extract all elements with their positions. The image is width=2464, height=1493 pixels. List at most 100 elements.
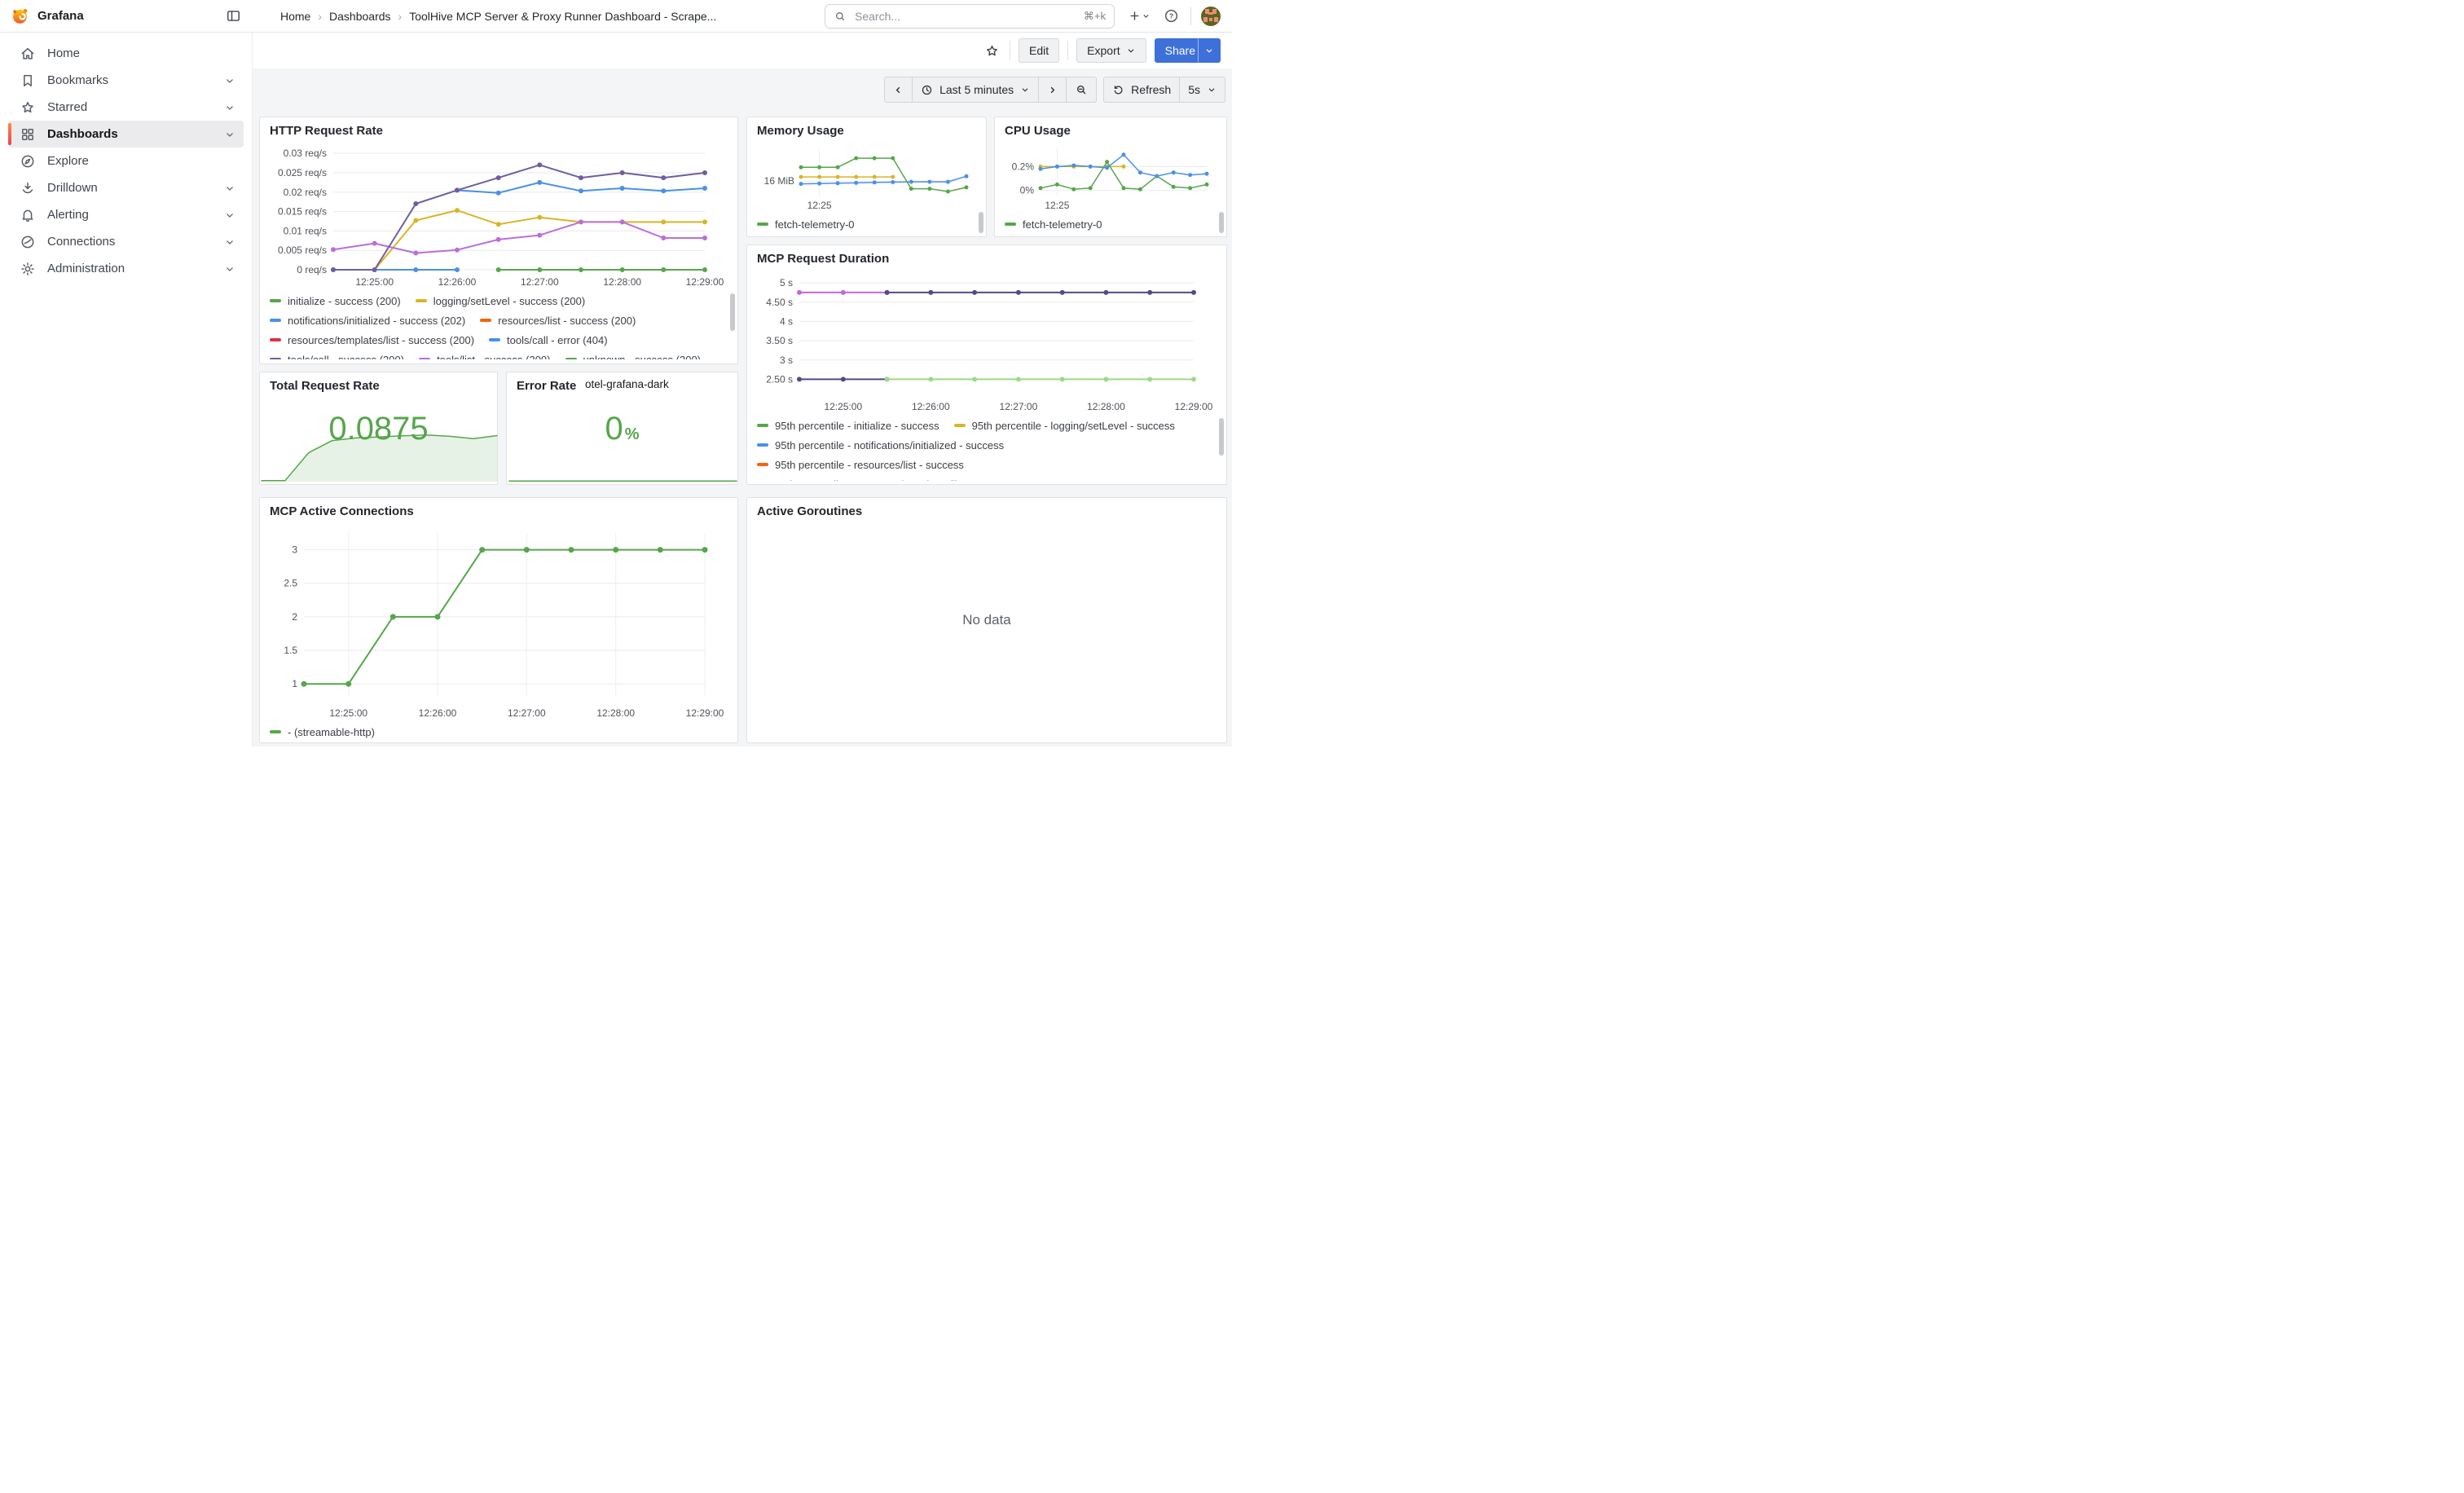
edit-button[interactable]: Edit [1019,38,1059,63]
zoom-out-button[interactable] [1067,77,1097,103]
svg-text:12:29:00: 12:29:00 [686,276,724,288]
refresh-button[interactable]: Refresh [1103,77,1180,103]
panel-mcp-active-connections: MCP Active Connections 32.521.5112:25:00… [259,497,738,743]
refresh-interval-picker[interactable]: 5s [1180,77,1225,103]
legend-item[interactable]: 95th percentile - notifications/initiali… [757,439,1004,451]
chevron-down-icon [1126,46,1136,55]
chevron-down-icon [224,129,235,140]
sidebar-item-home[interactable]: Home [8,40,244,67]
scrollbar-thumb[interactable] [979,212,983,233]
legend-item[interactable]: fetch-telemetry-0 [757,218,855,231]
legend-row: initialize - success (200) logging/setLev… [270,291,728,310]
legend-swatch [270,319,281,322]
sidebar-item-alerting[interactable]: Alerting [8,201,244,228]
help-icon: ? [1164,8,1179,24]
panel-title[interactable]: Memory Usage [747,117,986,141]
legend-swatch [954,424,966,427]
search-box[interactable]: ⌘+k [825,4,1115,29]
time-forward-button[interactable] [1039,77,1067,103]
breadcrumb-dashboards[interactable]: Dashboards [329,10,391,23]
svg-text:0.2%: 0.2% [1012,161,1035,172]
scrollbar-thumb[interactable] [1219,418,1224,456]
time-range-picker[interactable]: Last 5 minutes [913,77,1039,103]
help-button[interactable]: ? [1162,7,1181,25]
legend-label: initialize - success (200) [288,295,401,307]
legend-swatch [270,338,281,341]
sidebar-item-label: Home [47,46,235,60]
brand-name: Grafana [37,9,84,23]
legend-item[interactable]: tools/call - error (404) [489,334,608,346]
brand[interactable]: Grafana [11,7,84,25]
error-rate-number: 0 [605,411,623,447]
legend-swatch [757,443,768,447]
sidebar-toggle-button[interactable] [224,7,243,25]
dashboards-icon [20,126,36,143]
legend-swatch [270,299,281,302]
add-button[interactable] [1126,7,1152,24]
panel-title[interactable]: CPU Usage [995,117,1226,141]
svg-text:12:29:00: 12:29:00 [686,707,724,719]
legend-item[interactable]: tools/list - success (200) [419,354,550,360]
legend-row: - (streamable-http) [270,722,728,742]
svg-text:?: ? [1169,12,1173,20]
sidebar-item-drilldown[interactable]: Drilldown [8,174,244,201]
user-avatar[interactable] [1201,7,1221,26]
sidebar-item-administration[interactable]: Administration [8,255,244,282]
panel-title[interactable]: Total Request Rate [260,372,497,396]
svg-text:4 s: 4 s [780,315,793,327]
sidebar-item-connections[interactable]: Connections [8,228,244,255]
clock-icon [921,84,933,96]
panel-title[interactable]: HTTP Request Rate [260,117,737,141]
search-input[interactable] [853,9,1077,24]
legend-item[interactable]: - (streamable-http) [270,726,375,738]
svg-text:12:27:00: 12:27:00 [1000,401,1038,412]
error-rate-unit: % [625,425,640,443]
export-button[interactable]: Export [1076,38,1146,63]
sidebar: Home Bookmarks Starred Dashboards Explor… [0,33,253,746]
refresh-icon [1112,84,1124,96]
scrollbar-thumb[interactable] [1219,212,1224,233]
legend-item[interactable]: logging/setLevel - success (200) [416,295,585,307]
legend-item[interactable]: 95th percentile - resources/templates/li… [757,478,1013,482]
svg-text:12:25: 12:25 [1045,200,1069,211]
avatar-icon [1201,7,1221,26]
sidebar-item-label: Starred [47,100,224,114]
legend-row: fetch-telemetry-0 [1005,214,1217,234]
sidebar-item-bookmarks[interactable]: Bookmarks [8,67,244,94]
share-caret-button[interactable] [1198,38,1221,63]
legend-row: 95th percentile - resources/list - succe… [757,455,1217,474]
legend-label: 95th percentile - initialize - success [775,420,939,432]
chevron-down-icon [224,183,235,194]
legend-item[interactable]: 95th percentile - logging/setLevel - suc… [954,420,1175,432]
legend-item[interactable]: fetch-telemetry-0 [1005,218,1102,231]
svg-text:4.50 s: 4.50 s [766,297,793,308]
svg-text:12:26:00: 12:26:00 [419,707,457,719]
legend-item[interactable]: resources/templates/list - success (200) [270,334,474,346]
legend-item[interactable]: resources/list - success (200) [480,315,636,327]
http-request-rate-chart: 0.03 req/s0.025 req/s0.02 req/s0.015 req… [270,141,728,289]
legend-item[interactable]: initialize - success (200) [270,295,401,307]
breadcrumb-home[interactable]: Home [280,10,310,23]
legend-item[interactable]: tools/call - success (200) [270,354,404,360]
favorite-star-button[interactable] [983,42,1001,60]
legend-row: notifications/initialized - success (202… [270,310,728,330]
error-rate-value: 0% [507,412,737,445]
svg-text:1: 1 [292,678,297,689]
panel-title[interactable]: MCP Request Duration [747,245,1226,269]
sidebar-item-dashboards[interactable]: Dashboards [8,121,244,148]
memory-usage-chart: 16 MiB12:25 [757,141,976,213]
legend-item[interactable]: 95th percentile - resources/list - succe… [757,459,964,471]
svg-text:12:25:00: 12:25:00 [355,276,394,288]
nav-actions: ? [1115,7,1232,26]
time-back-button[interactable] [884,77,913,103]
legend-item[interactable]: notifications/initialized - success (202… [270,315,465,327]
legend-item[interactable]: unknown - success (200) [565,354,702,360]
legend-item[interactable]: 95th percentile - initialize - success [757,420,939,432]
drilldown-icon [20,180,36,196]
svg-text:12:27:00: 12:27:00 [508,707,546,719]
scrollbar-thumb[interactable] [730,293,735,331]
sidebar-item-starred[interactable]: Starred [8,94,244,121]
panel-title[interactable]: MCP Active Connections [260,498,737,522]
export-label: Export [1087,44,1120,57]
sidebar-item-explore[interactable]: Explore [8,148,244,174]
